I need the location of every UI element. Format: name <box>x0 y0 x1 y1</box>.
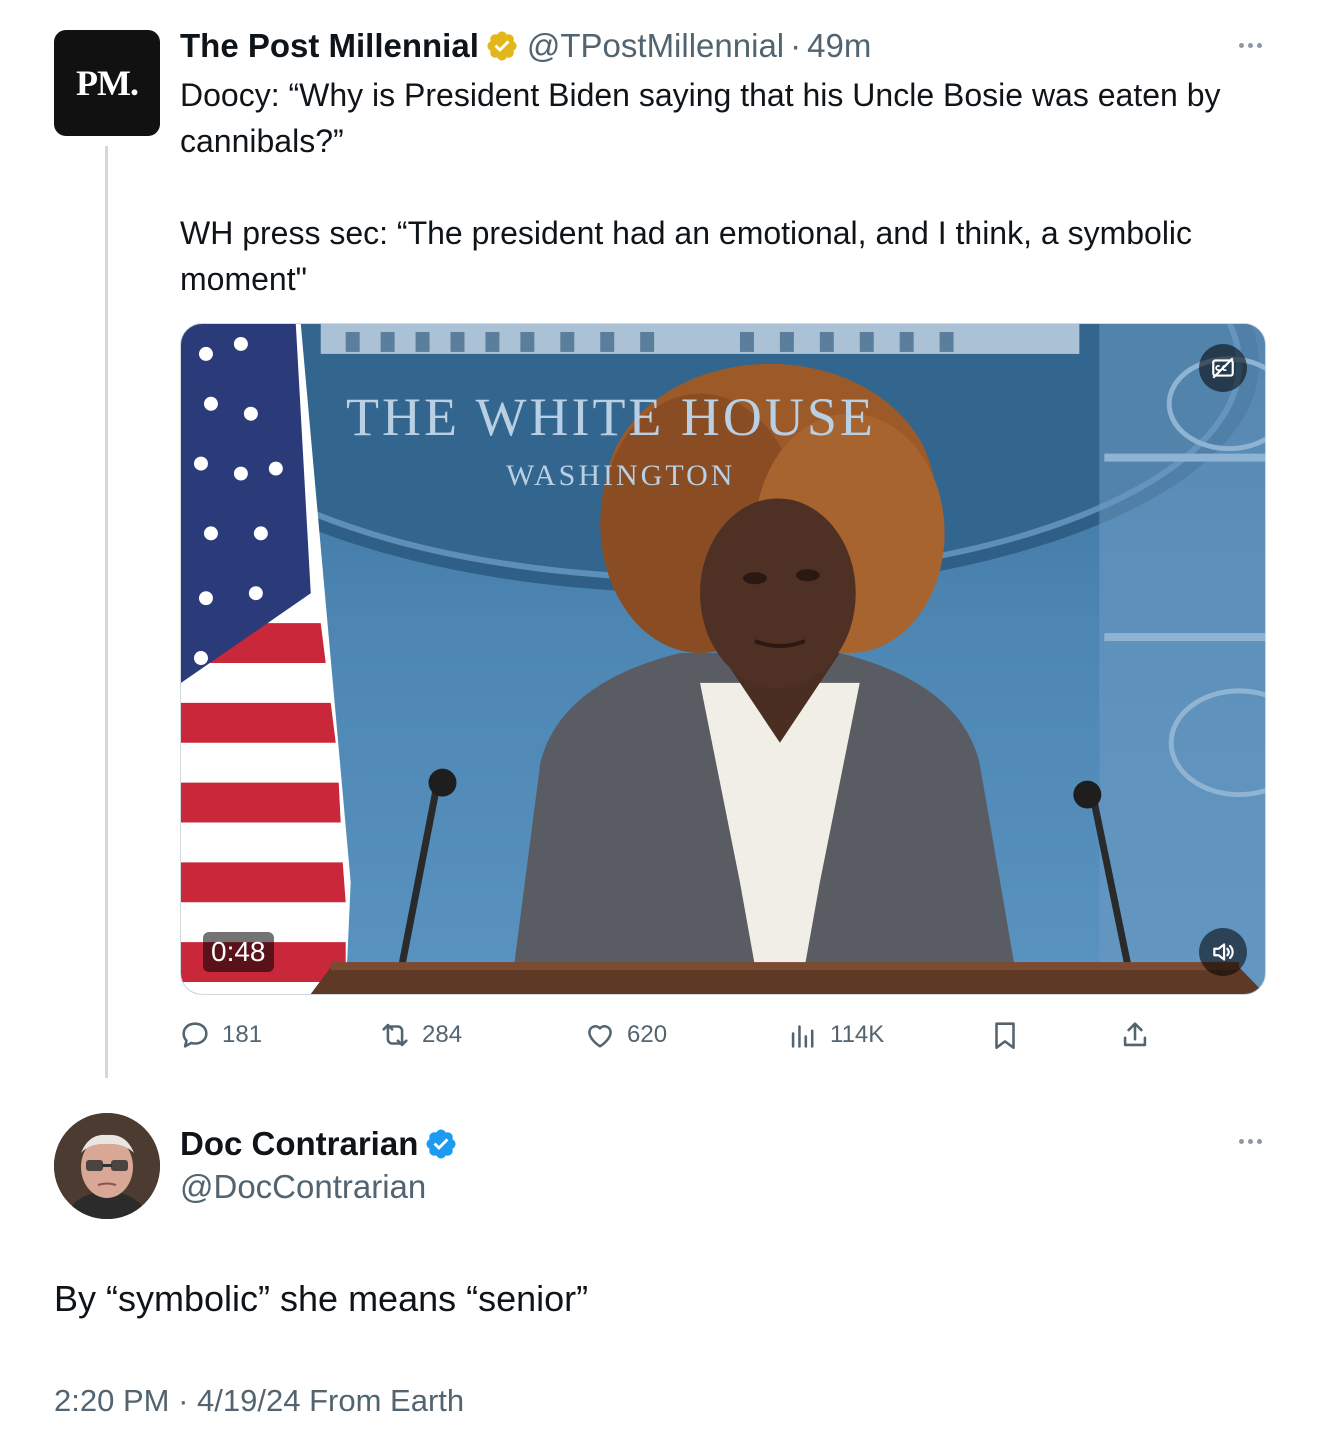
reply-author-handle[interactable]: @DocContrarian <box>180 1168 1270 1206</box>
share-button[interactable] <box>1118 1012 1152 1058</box>
separator-dot: · <box>790 27 802 64</box>
views-count: 114K <box>830 1021 885 1048</box>
reply-date[interactable]: 4/19/24 <box>197 1383 300 1418</box>
captions-off-icon <box>1212 357 1234 379</box>
repost-count: 284 <box>422 1021 463 1048</box>
post-millennial-avatar[interactable]: PM. <box>54 30 160 136</box>
doc-contrarian-avatar[interactable] <box>54 1113 160 1219</box>
speaker-volume-icon <box>1213 943 1234 961</box>
reply-header: Doc Contrarian <box>180 1122 1270 1166</box>
verified-blue-badge-icon <box>426 1129 456 1159</box>
like-button[interactable]: 620 <box>583 1012 667 1058</box>
tweet-header: The Post Millennial @TPostMillennial · 4… <box>180 24 1270 68</box>
tweet-text: Doocy: “Why is President Biden saying th… <box>180 72 1265 302</box>
reply-more-options-icon[interactable] <box>1230 1126 1270 1156</box>
reply-author-name[interactable]: Doc Contrarian <box>180 1125 418 1163</box>
reply-text: By “symbolic” she means “senior” <box>54 1278 589 1319</box>
views-button[interactable]: 114K <box>786 1012 884 1058</box>
like-count: 620 <box>627 1021 668 1048</box>
repost-button[interactable]: 284 <box>378 1012 462 1058</box>
reply-source: From Earth <box>309 1383 465 1418</box>
repost-arrows-icon <box>382 1023 408 1047</box>
reply-tweet[interactable]: Doc Contrarian @DocContrarian <box>180 1122 1270 1206</box>
bar-chart-views-icon <box>791 1025 814 1048</box>
tweet-time[interactable]: 49m <box>807 27 871 65</box>
share-upload-icon <box>1123 1022 1147 1047</box>
reply-meta: 2:20 PM · 4/19/24 From Earth <box>54 1383 464 1419</box>
tweet-actions-bar: 181 284 620 114K <box>178 1012 1158 1058</box>
reply-bubble-icon <box>182 1022 208 1048</box>
reply-button[interactable]: 181 <box>178 1012 262 1058</box>
reply-count: 181 <box>222 1021 263 1048</box>
video-duration-badge: 0:48 <box>203 932 274 972</box>
profile-photo-image <box>54 1113 160 1219</box>
seal-text-bottom: WASHINGTON <box>506 459 736 492</box>
video-player[interactable]: THE WHITE HOUSE WASHINGTON 0:48 <box>180 323 1266 995</box>
thread-connector-line <box>105 146 108 1078</box>
author-handle[interactable]: @TPostMillennial <box>527 27 784 65</box>
seal-text-top: THE WHITE HOUSE <box>346 387 876 447</box>
meta-separator: · <box>178 1383 189 1418</box>
more-options-icon[interactable] <box>1230 30 1270 60</box>
verified-gold-badge-icon <box>487 31 517 61</box>
bookmark-icon <box>995 1022 1015 1050</box>
tweet-text-answer: WH press sec: “The president had an emot… <box>180 215 1201 297</box>
author-name[interactable]: The Post Millennial <box>180 27 479 65</box>
volume-button[interactable] <box>1199 928 1247 976</box>
avatar-logo-text: PM. <box>76 63 139 103</box>
tweet-text-question: Doocy: “Why is President Biden saying th… <box>180 77 1230 159</box>
captions-toggle-button[interactable] <box>1199 344 1247 392</box>
heart-icon <box>588 1025 612 1048</box>
original-tweet[interactable]: The Post Millennial @TPostMillennial · 4… <box>180 24 1270 302</box>
bookmark-button[interactable] <box>988 1012 1022 1058</box>
reply-time[interactable]: 2:20 PM <box>54 1383 169 1418</box>
